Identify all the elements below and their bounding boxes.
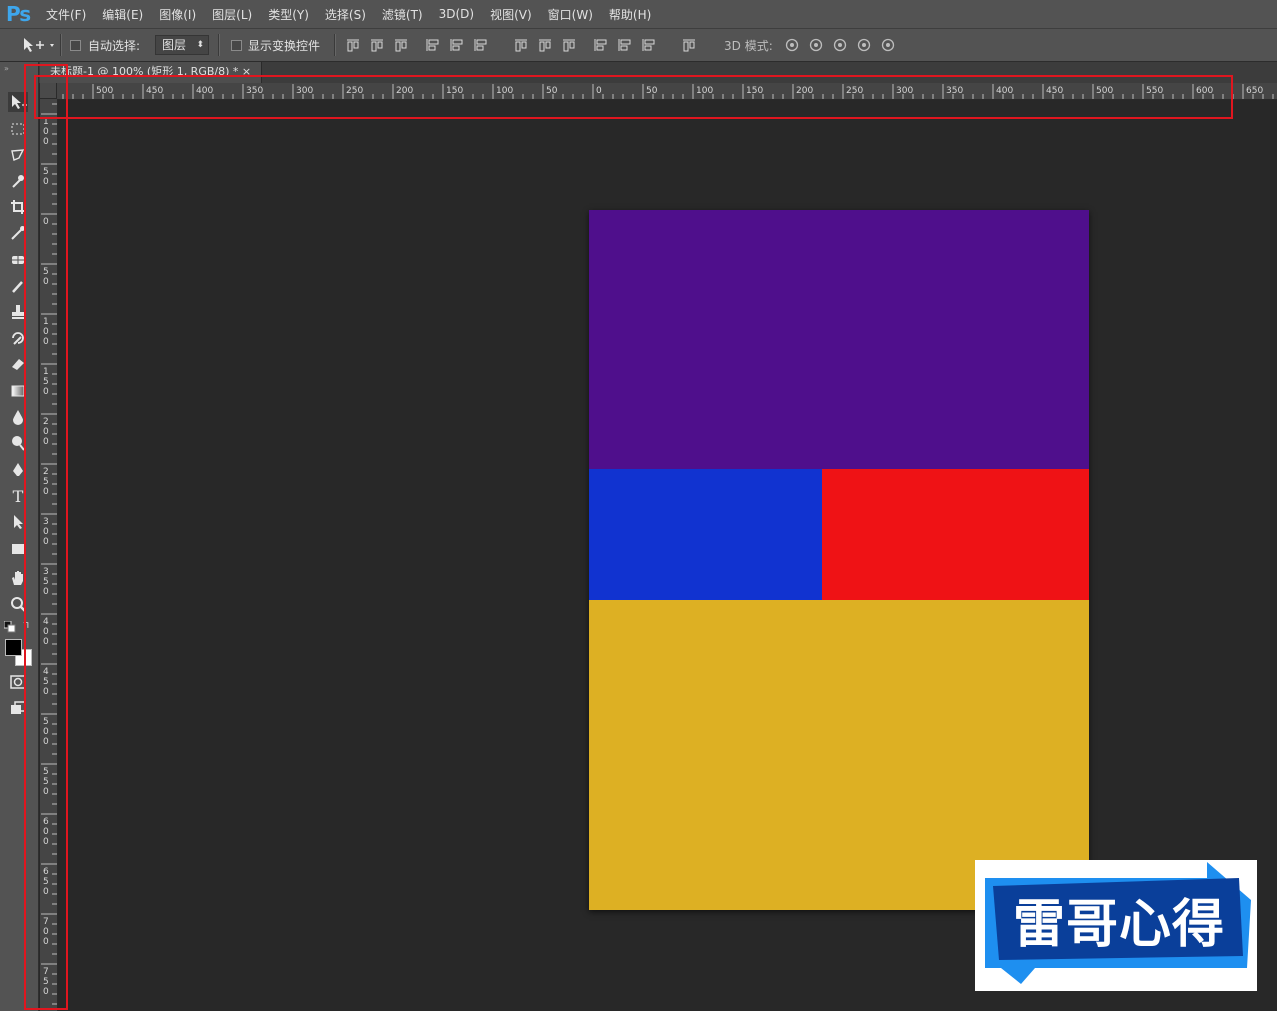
distribute-vertical-center-icon[interactable]	[537, 37, 553, 53]
watermark-logo: 雷哥心得	[975, 860, 1257, 991]
options-separator	[334, 34, 336, 56]
slide-3d-icon[interactable]	[856, 37, 872, 53]
auto-select-value: 图层	[162, 38, 187, 52]
auto-select-dropdown[interactable]: 图层 ⬍	[155, 35, 209, 55]
align-left-icon[interactable]	[425, 37, 441, 53]
vertical-ruler-highlight-box	[24, 64, 68, 1010]
horizontal-ruler-highlight-box	[34, 75, 1233, 119]
photoshop-logo: Ps	[6, 2, 31, 26]
menu-item[interactable]: 帮助(H)	[601, 6, 659, 23]
align-horizontal-center-icon[interactable]	[449, 37, 465, 53]
default-colors-icon[interactable]	[3, 620, 16, 636]
menu-item[interactable]: 文件(F)	[38, 6, 94, 23]
align-vertical-center-icon[interactable]	[369, 37, 385, 53]
show-transform-checkbox[interactable]	[231, 40, 242, 51]
watermark-text: 雷哥心得	[1012, 894, 1225, 955]
rotate-3d-icon[interactable]	[784, 37, 800, 53]
distribute-bottom-icon[interactable]	[561, 37, 577, 53]
distribute-top-icon[interactable]	[513, 37, 529, 53]
menu-item[interactable]: 滤镜(T)	[374, 6, 431, 23]
distribute-left-icon[interactable]	[593, 37, 609, 53]
collapse-panel-icon[interactable]: »	[4, 64, 9, 73]
blue-rectangle[interactable]	[589, 469, 822, 600]
foreground-color-swatch[interactable]	[5, 639, 22, 656]
align-right-icon[interactable]	[473, 37, 489, 53]
menu-item[interactable]: 图像(I)	[151, 6, 204, 23]
red-rectangle[interactable]	[822, 469, 1089, 600]
menu-item[interactable]: 选择(S)	[317, 6, 374, 23]
roll-3d-icon[interactable]	[808, 37, 824, 53]
document-canvas[interactable]	[589, 210, 1089, 910]
align-top-icon[interactable]	[345, 37, 361, 53]
move-tool-preset-icon[interactable]	[20, 36, 58, 54]
menu-item[interactable]: 3D(D)	[431, 7, 482, 21]
auto-align-layers-icon[interactable]	[681, 37, 697, 53]
options-separator	[218, 34, 220, 56]
menu-items: 文件(F) 编辑(E) 图像(I) 图层(L) 类型(Y) 选择(S) 滤镜(T) 3D(D)…	[38, 0, 659, 28]
menu-item[interactable]: 图层(L)	[204, 6, 260, 23]
auto-select-label: 自动选择:	[88, 39, 141, 53]
distribute-right-icon[interactable]	[641, 37, 657, 53]
menu-item[interactable]: 视图(V)	[482, 6, 540, 23]
dropdown-arrow-icon: ⬍	[196, 40, 204, 50]
ruler-label: 650	[1246, 86, 1263, 96]
drag-3d-icon[interactable]	[832, 37, 848, 53]
scale-3d-icon[interactable]	[880, 37, 896, 53]
auto-select-checkbox[interactable]	[70, 40, 81, 51]
menu-item[interactable]: 编辑(E)	[94, 6, 151, 23]
menu-item[interactable]: 窗口(W)	[540, 6, 601, 23]
menu-item[interactable]: 类型(Y)	[260, 6, 317, 23]
purple-rectangle[interactable]	[589, 210, 1089, 469]
align-bottom-icon[interactable]	[393, 37, 409, 53]
distribute-horizontal-center-icon[interactable]	[617, 37, 633, 53]
mode-3d-label: 3D 模式:	[724, 39, 773, 53]
options-separator	[60, 34, 62, 56]
show-transform-label: 显示变换控件	[248, 39, 321, 53]
